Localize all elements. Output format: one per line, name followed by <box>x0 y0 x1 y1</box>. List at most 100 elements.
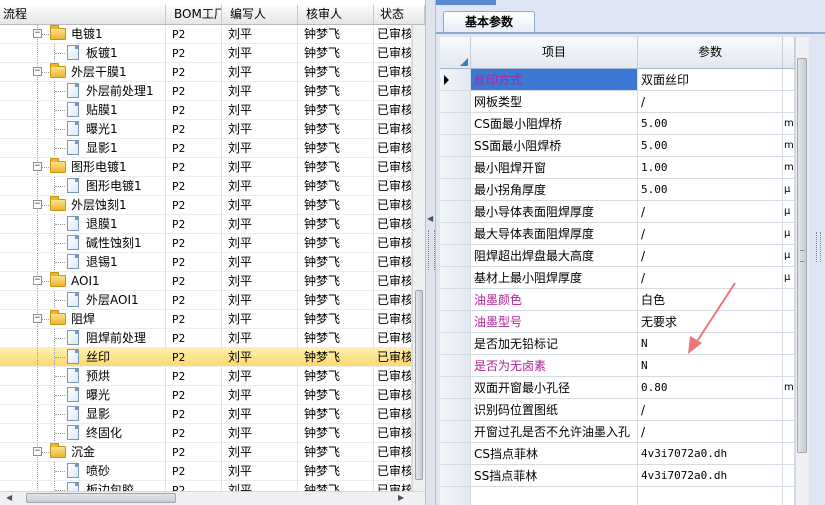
tree-node[interactable]: 退膜1 <box>0 215 166 234</box>
tree-row[interactable]: 曝光 P2 刘平 钟梦飞 已审核 <box>0 386 412 405</box>
panel-splitter[interactable]: ◀ <box>425 0 436 505</box>
grid-row[interactable]: 识别码位置图纸 / <box>440 399 795 421</box>
tree-node[interactable]: 贴膜1 <box>0 101 166 120</box>
tree-node[interactable]: 阻焊前处理 <box>0 329 166 348</box>
tree-node[interactable]: − AOI1 <box>0 272 166 291</box>
collapse-node-icon[interactable]: − <box>33 162 42 171</box>
column-header-status[interactable]: 状态 <box>374 5 425 24</box>
tree-row[interactable]: 碱性蚀刻1 P2 刘平 钟梦飞 已审核 <box>0 234 412 253</box>
tree-node[interactable]: 板镀1 <box>0 44 166 63</box>
param-value[interactable]: 无要求 <box>638 311 783 333</box>
grid-row[interactable]: 开窗过孔是否不允许油墨入孔 / <box>440 421 795 443</box>
column-header-flow[interactable]: 流程 <box>0 5 166 24</box>
param-value[interactable]: 双面丝印 <box>638 69 783 91</box>
grid-row[interactable]: 油墨颜色 白色 <box>440 289 795 311</box>
row-selector[interactable] <box>440 289 471 311</box>
row-selector[interactable] <box>440 69 471 91</box>
tree-node[interactable]: 碱性蚀刻1 <box>0 234 166 253</box>
tree-row[interactable]: 显影 P2 刘平 钟梦飞 已审核 <box>0 405 412 424</box>
tree-row[interactable]: 外层AOI1 P2 刘平 钟梦飞 已审核 <box>0 291 412 310</box>
tab-basic-params[interactable]: 基本参数 <box>443 11 535 32</box>
row-selector[interactable] <box>440 377 471 399</box>
collapse-node-icon[interactable]: − <box>33 200 42 209</box>
grid-row[interactable]: 双面开窗最小孔径0.80mm <box>440 377 795 399</box>
grid-row[interactable]: 阻焊超出焊盘最大高度 / μ <box>440 245 795 267</box>
param-item-label[interactable]: 最大导体表面阻焊厚度 <box>471 223 638 245</box>
tree-node[interactable]: − 图形电镀1 <box>0 158 166 177</box>
tree-node[interactable]: 退锡1 <box>0 253 166 272</box>
param-item-label[interactable]: 识别码位置图纸 <box>471 399 638 421</box>
param-value[interactable]: / <box>638 399 783 421</box>
tree-row[interactable]: 丝印 P2 刘平 钟梦飞 已审核 <box>0 348 412 367</box>
row-selector[interactable] <box>440 245 471 267</box>
tree-node[interactable]: 终固化 <box>0 424 166 443</box>
collapse-node-icon[interactable]: − <box>33 29 42 38</box>
param-value[interactable]: / <box>638 421 783 443</box>
tree-row[interactable]: 外层前处理1 P2 刘平 钟梦飞 已审核 <box>0 82 412 101</box>
column-header-item[interactable]: 项目 <box>471 37 638 68</box>
column-header-bom[interactable]: BOM工厂 <box>166 5 222 24</box>
grid-row[interactable]: 丝印方式 双面丝印 <box>440 69 795 91</box>
param-item-label[interactable]: 基材上最小阻焊厚度 <box>471 267 638 289</box>
tree-row[interactable]: 板边包胶 P2 刘平 钟梦飞 已审核 <box>0 481 412 491</box>
row-selector[interactable] <box>440 223 471 245</box>
param-item-label[interactable]: 是否为无卤素 <box>471 355 638 377</box>
row-selector[interactable] <box>440 333 471 355</box>
tree-row[interactable]: − 沉金 P2 刘平 钟梦飞 已审核 <box>0 443 412 462</box>
grid-row[interactable]: 最小阻焊开窗1.00mi <box>440 157 795 179</box>
tree-row[interactable]: 喷砂 P2 刘平 钟梦飞 已审核 <box>0 462 412 481</box>
param-value[interactable]: / <box>638 245 783 267</box>
row-selector[interactable] <box>440 113 471 135</box>
row-selector[interactable] <box>440 465 471 487</box>
grid-row[interactable]: SS挡点菲林 4v3i7072a0.dh <box>440 465 795 487</box>
tree-horizontal-scroll-thumb[interactable] <box>26 493 176 503</box>
right-edge-splitter[interactable] <box>812 37 825 505</box>
tree-node[interactable]: 显影1 <box>0 139 166 158</box>
grid-corner[interactable] <box>440 37 471 68</box>
tree-node[interactable]: 图形电镀1 <box>0 177 166 196</box>
param-item-label[interactable]: 双面开窗最小孔径 <box>471 377 638 399</box>
param-item-label[interactable]: CS面最小阻焊桥 <box>471 113 638 135</box>
collapse-node-icon[interactable]: − <box>33 447 42 456</box>
param-item-label[interactable]: 油墨型号 <box>471 311 638 333</box>
grid-row[interactable]: SS面最小阻焊桥5.00mi <box>440 135 795 157</box>
tree-row[interactable]: − AOI1 P2 刘平 钟梦飞 已审核 <box>0 272 412 291</box>
tree-node[interactable]: 丝印 <box>0 348 166 367</box>
param-item-label[interactable]: 阻焊超出焊盘最大高度 <box>471 245 638 267</box>
param-item-label[interactable] <box>471 487 638 505</box>
row-selector[interactable] <box>440 179 471 201</box>
param-item-label[interactable]: 油墨颜色 <box>471 289 638 311</box>
grid-row[interactable]: 最小拐角厚度 5.00 μ <box>440 179 795 201</box>
param-item-label[interactable]: 是否加无铅标记 <box>471 333 638 355</box>
grid-row[interactable]: 最小导体表面阻焊厚度 / μ <box>440 201 795 223</box>
tree-node[interactable]: 喷砂 <box>0 462 166 481</box>
tree-node[interactable]: 外层AOI1 <box>0 291 166 310</box>
param-value[interactable]: / <box>638 223 783 245</box>
tree-row[interactable]: 退膜1 P2 刘平 钟梦飞 已审核 <box>0 215 412 234</box>
param-value[interactable]: 4v3i7072a0.dh <box>638 443 783 465</box>
grid-row[interactable] <box>440 487 795 505</box>
grid-row[interactable]: 基材上最小阻焊厚度 / μ <box>440 267 795 289</box>
tree-row[interactable]: − 图形电镀1 P2 刘平 钟梦飞 已审核 <box>0 158 412 177</box>
row-selector[interactable] <box>440 443 471 465</box>
tree-row[interactable]: 板镀1 P2 刘平 钟梦飞 已审核 <box>0 44 412 63</box>
collapse-left-arrow-icon[interactable]: ◀ <box>427 214 433 223</box>
param-value[interactable]: N <box>638 333 783 355</box>
scroll-right-arrow-icon[interactable]: ▶ <box>398 493 404 503</box>
tree-row[interactable]: 曝光1 P2 刘平 钟梦飞 已审核 <box>0 120 412 139</box>
param-item-label[interactable]: 开窗过孔是否不允许油墨入孔 <box>471 421 638 443</box>
param-value[interactable]: 5.00 <box>638 179 783 201</box>
tree-row[interactable]: 图形电镀1 P2 刘平 钟梦飞 已审核 <box>0 177 412 196</box>
column-header-reviewer[interactable]: 核审人 <box>298 5 374 24</box>
tree-row[interactable]: − 阻焊 P2 刘平 钟梦飞 已审核 <box>0 310 412 329</box>
param-value[interactable]: 5.00 <box>638 113 783 135</box>
param-item-label[interactable]: SS挡点菲林 <box>471 465 638 487</box>
scroll-left-arrow-icon[interactable]: ◀ <box>6 493 12 503</box>
param-item-label[interactable]: 丝印方式 <box>471 69 638 91</box>
row-selector[interactable] <box>440 399 471 421</box>
param-item-label[interactable]: SS面最小阻焊桥 <box>471 135 638 157</box>
row-selector[interactable] <box>440 355 471 377</box>
param-value[interactable]: / <box>638 267 783 289</box>
tree-node[interactable]: − 阻焊 <box>0 310 166 329</box>
tree-node[interactable]: 板边包胶 <box>0 481 166 491</box>
